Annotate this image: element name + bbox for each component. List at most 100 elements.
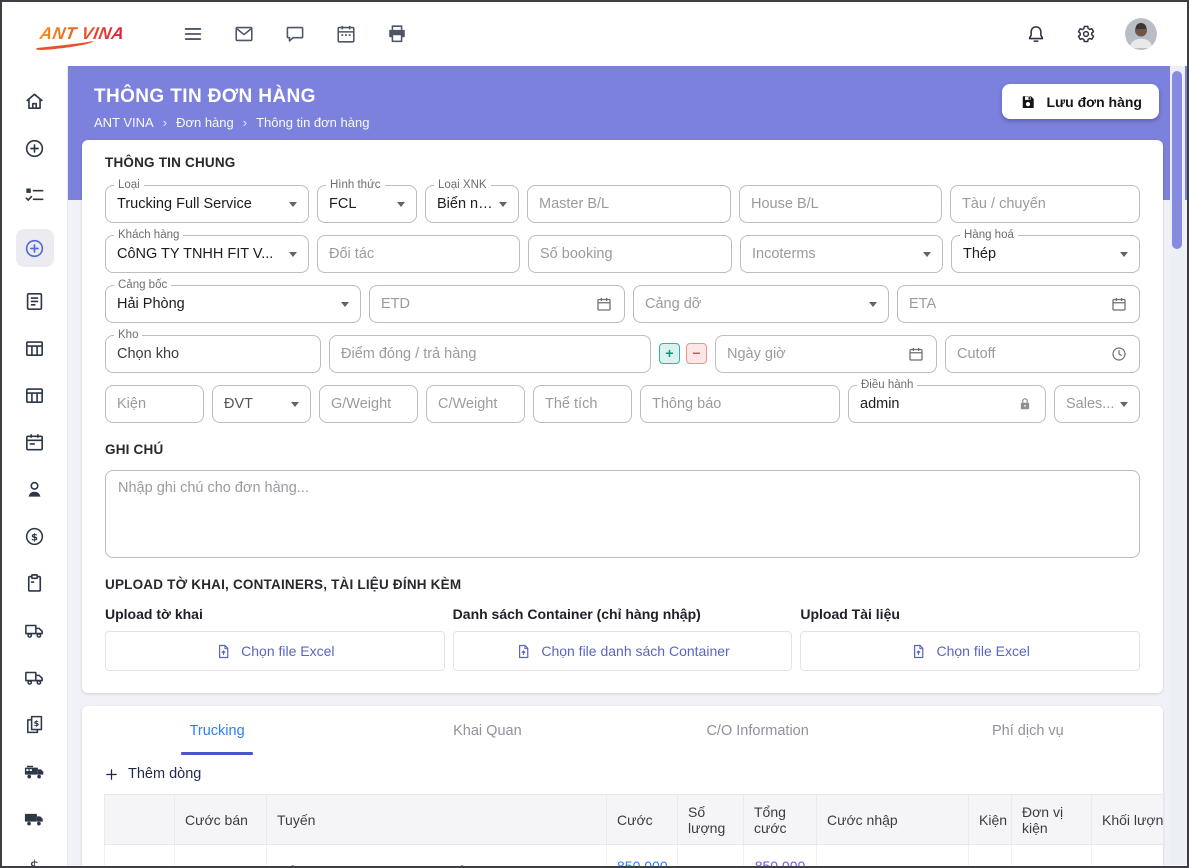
invoice-icon[interactable]: $ [16, 711, 54, 737]
calendar-icon[interactable] [1110, 295, 1128, 313]
upload-container-button[interactable]: Chọn file danh sách Container [452, 631, 793, 671]
so-booking-input[interactable] [540, 246, 720, 262]
field-sales-select[interactable]: Sales... [1054, 385, 1141, 423]
col-don-vi-kien: Đơn vị kiện [1011, 794, 1092, 845]
c-weight-input[interactable] [438, 396, 513, 412]
col-actions [104, 794, 175, 845]
add-location-button[interactable]: + [659, 343, 680, 364]
master-bl-input[interactable] [539, 196, 719, 212]
clock-icon[interactable] [1110, 345, 1128, 363]
truck-icon[interactable] [16, 617, 54, 643]
tab-co-information[interactable]: C/O Information [623, 706, 893, 755]
field-ngay-gio-date[interactable] [715, 335, 937, 373]
field-hang-hoa-select[interactable]: Hàng hoá Thép [951, 229, 1140, 273]
field-so-booking[interactable] [528, 235, 732, 273]
field-kho-select[interactable]: Kho Chọn kho [105, 329, 321, 373]
field-doi-tac[interactable] [317, 235, 520, 273]
vertical-scrollbar[interactable] [1170, 66, 1185, 864]
doi-tac-input[interactable] [329, 246, 508, 262]
scrollbar-thumb[interactable] [1172, 71, 1182, 249]
field-thong-bao[interactable] [640, 385, 840, 423]
svg-text:$: $ [34, 718, 40, 728]
breadcrumb-home[interactable]: ANT VINA [94, 115, 154, 130]
home-icon[interactable] [16, 88, 54, 114]
notifications-bell-icon[interactable] [1025, 23, 1047, 45]
document-icon[interactable] [16, 288, 54, 314]
user-avatar[interactable] [1125, 18, 1157, 50]
hamburger-menu-icon[interactable] [182, 23, 204, 45]
clipboard-icon[interactable] [16, 570, 54, 596]
truck-solid-icon-2[interactable] [16, 805, 54, 831]
so-luong-input[interactable] [689, 862, 732, 866]
app-window: ANT VINA $ $ $ THÔNG TIN ĐƠN HÀNG ANT VI… [0, 0, 1189, 868]
mail-icon[interactable] [233, 23, 255, 45]
field-eta-date[interactable] [897, 285, 1140, 323]
field-loai-select[interactable]: Loại Trucking Full Service [105, 179, 309, 223]
field-the-tich[interactable] [533, 385, 632, 423]
upload-tai-lieu-button[interactable]: Chọn file Excel [800, 631, 1141, 671]
add-row-button[interactable]: Thêm dòng [82, 755, 201, 794]
add-circle-icon[interactable] [16, 135, 54, 161]
cutoff-input[interactable] [957, 346, 1104, 362]
tab-phi-dich-vu[interactable]: Phí dịch vụ [893, 706, 1163, 755]
calendar-edit-icon[interactable] [16, 429, 54, 455]
truck-solid-icon[interactable] [16, 758, 54, 784]
cuoc-ban-select[interactable]: 1.25 Tấn [185, 861, 256, 866]
remove-location-button[interactable]: − [686, 343, 707, 364]
tab-trucking[interactable]: Trucking [82, 706, 352, 755]
notes-textarea[interactable] [118, 480, 1127, 548]
field-cang-do-select[interactable]: Cảng dỡ [633, 285, 889, 323]
table-icon[interactable] [16, 335, 54, 361]
notes-field[interactable] [105, 470, 1140, 558]
field-incoterms-select[interactable]: Incoterms [740, 235, 943, 273]
tuyen-select[interactable]: Hải Dương (KCN Đại An) - Hải Phòng [277, 861, 596, 866]
calendar-icon[interactable] [335, 23, 357, 45]
field-cang-boc-select[interactable]: Cảng bốc Hải Phòng [105, 279, 361, 323]
breadcrumb-orders[interactable]: Đơn hàng [176, 115, 234, 130]
calendar-icon[interactable] [907, 345, 925, 363]
field-khach-hang-select[interactable]: Khách hàng CôNG TY TNHH FIT V... [105, 229, 309, 273]
field-loai-xnk-select[interactable]: Loại XNK Biển nhập [425, 179, 519, 223]
g-weight-input[interactable] [331, 396, 406, 412]
field-hinh-thuc-select[interactable]: Hình thức FCL [317, 179, 417, 223]
settings-gear-icon[interactable] [1075, 23, 1097, 45]
kien-input[interactable] [117, 396, 192, 412]
chat-icon[interactable] [284, 23, 306, 45]
field-cutoff-time[interactable] [945, 335, 1140, 373]
duplicate-row-button[interactable] [123, 857, 157, 867]
add-order-icon[interactable] [15, 229, 54, 267]
brand-logo[interactable]: ANT VINA [35, 24, 126, 52]
field-tau-chuyen[interactable] [950, 185, 1140, 223]
the-tich-input[interactable] [545, 396, 620, 412]
truck-icon-2[interactable] [16, 664, 54, 690]
field-diem-dong[interactable] [329, 335, 651, 373]
field-kien[interactable] [105, 385, 204, 423]
khoi-luong-input[interactable] [1102, 862, 1163, 866]
field-c-weight[interactable] [426, 385, 525, 423]
tau-chuyen-input[interactable] [962, 196, 1128, 212]
field-house-bl[interactable] [739, 185, 942, 223]
money-circle-icon[interactable]: $ [16, 523, 54, 549]
field-etd-date[interactable] [369, 285, 625, 323]
ngay-gio-input[interactable] [727, 346, 901, 362]
tab-khai-quan[interactable]: Khai Quan [352, 706, 622, 755]
thong-bao-input[interactable] [652, 396, 828, 412]
table-header-row: Cước bán Tuyến Cước Số lượng Tổng cước C… [104, 794, 1163, 845]
table-icon-2[interactable] [16, 382, 54, 408]
field-master-bl[interactable] [527, 185, 731, 223]
calendar-icon[interactable] [595, 295, 613, 313]
save-order-button[interactable]: Lưu đơn hàng [1002, 84, 1159, 119]
upload-to-khai-button[interactable]: Chọn file Excel [105, 631, 445, 671]
customer-icon[interactable] [16, 476, 54, 502]
dollar-icon[interactable]: $ [16, 852, 54, 866]
field-g-weight[interactable] [319, 385, 418, 423]
house-bl-input[interactable] [751, 196, 930, 212]
field-dvt-select[interactable]: ĐVT [212, 385, 311, 423]
printer-icon[interactable] [386, 23, 408, 45]
kien-row-input[interactable] [979, 862, 1011, 866]
upload-container-label: Danh sách Container (chỉ hàng nhập) [452, 606, 701, 622]
etd-input[interactable] [381, 296, 589, 312]
checklist-icon[interactable] [16, 182, 54, 208]
eta-input[interactable] [909, 296, 1104, 312]
diem-dong-input[interactable] [341, 346, 639, 362]
